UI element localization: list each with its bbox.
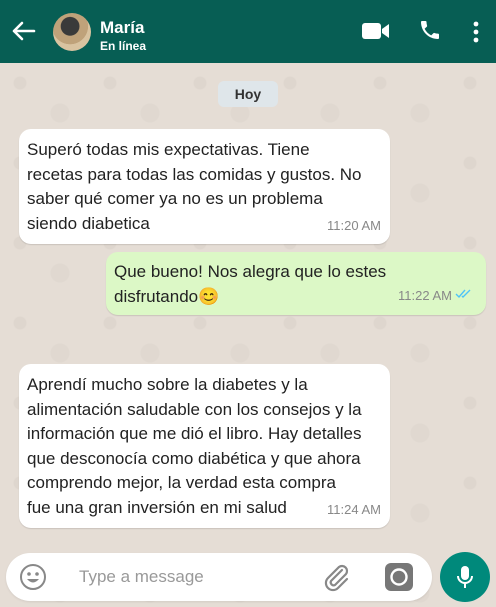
microphone-button[interactable] bbox=[440, 552, 490, 602]
day-divider: Hoy bbox=[218, 81, 278, 107]
message-outgoing[interactable]: Que bueno! Nos alegra que lo estes disfr… bbox=[106, 252, 486, 315]
contact-status: En línea bbox=[100, 39, 147, 53]
emoji-icon[interactable] bbox=[19, 563, 47, 596]
message-composer: Type a message bbox=[6, 553, 432, 601]
message-time: 11:24 AM bbox=[327, 501, 381, 517]
more-vertical-icon[interactable] bbox=[472, 20, 480, 49]
avatar[interactable] bbox=[53, 13, 91, 51]
chat-area[interactable]: Hoy Superó todas mis expectativas. Tiene… bbox=[0, 63, 496, 607]
contact-name[interactable]: María bbox=[100, 18, 144, 38]
video-camera-icon[interactable] bbox=[361, 21, 391, 46]
message-input[interactable]: Type a message bbox=[79, 567, 204, 587]
microphone-icon bbox=[455, 565, 475, 594]
message-time: 11:20 AM bbox=[327, 217, 381, 233]
double-check-icon bbox=[455, 282, 473, 307]
message-time: 11:22 AM bbox=[398, 287, 452, 303]
paperclip-icon[interactable] bbox=[320, 561, 352, 598]
arrow-left-icon[interactable] bbox=[8, 16, 38, 46]
message-incoming[interactable]: Superó todas mis expectativas. Tiene rec… bbox=[19, 129, 390, 244]
chat-header: María En línea bbox=[0, 0, 496, 63]
message-incoming[interactable]: Aprendí mucho sobre la diabetes y la ali… bbox=[19, 364, 390, 528]
camera-icon[interactable] bbox=[384, 562, 414, 597]
phone-icon[interactable] bbox=[418, 18, 442, 47]
